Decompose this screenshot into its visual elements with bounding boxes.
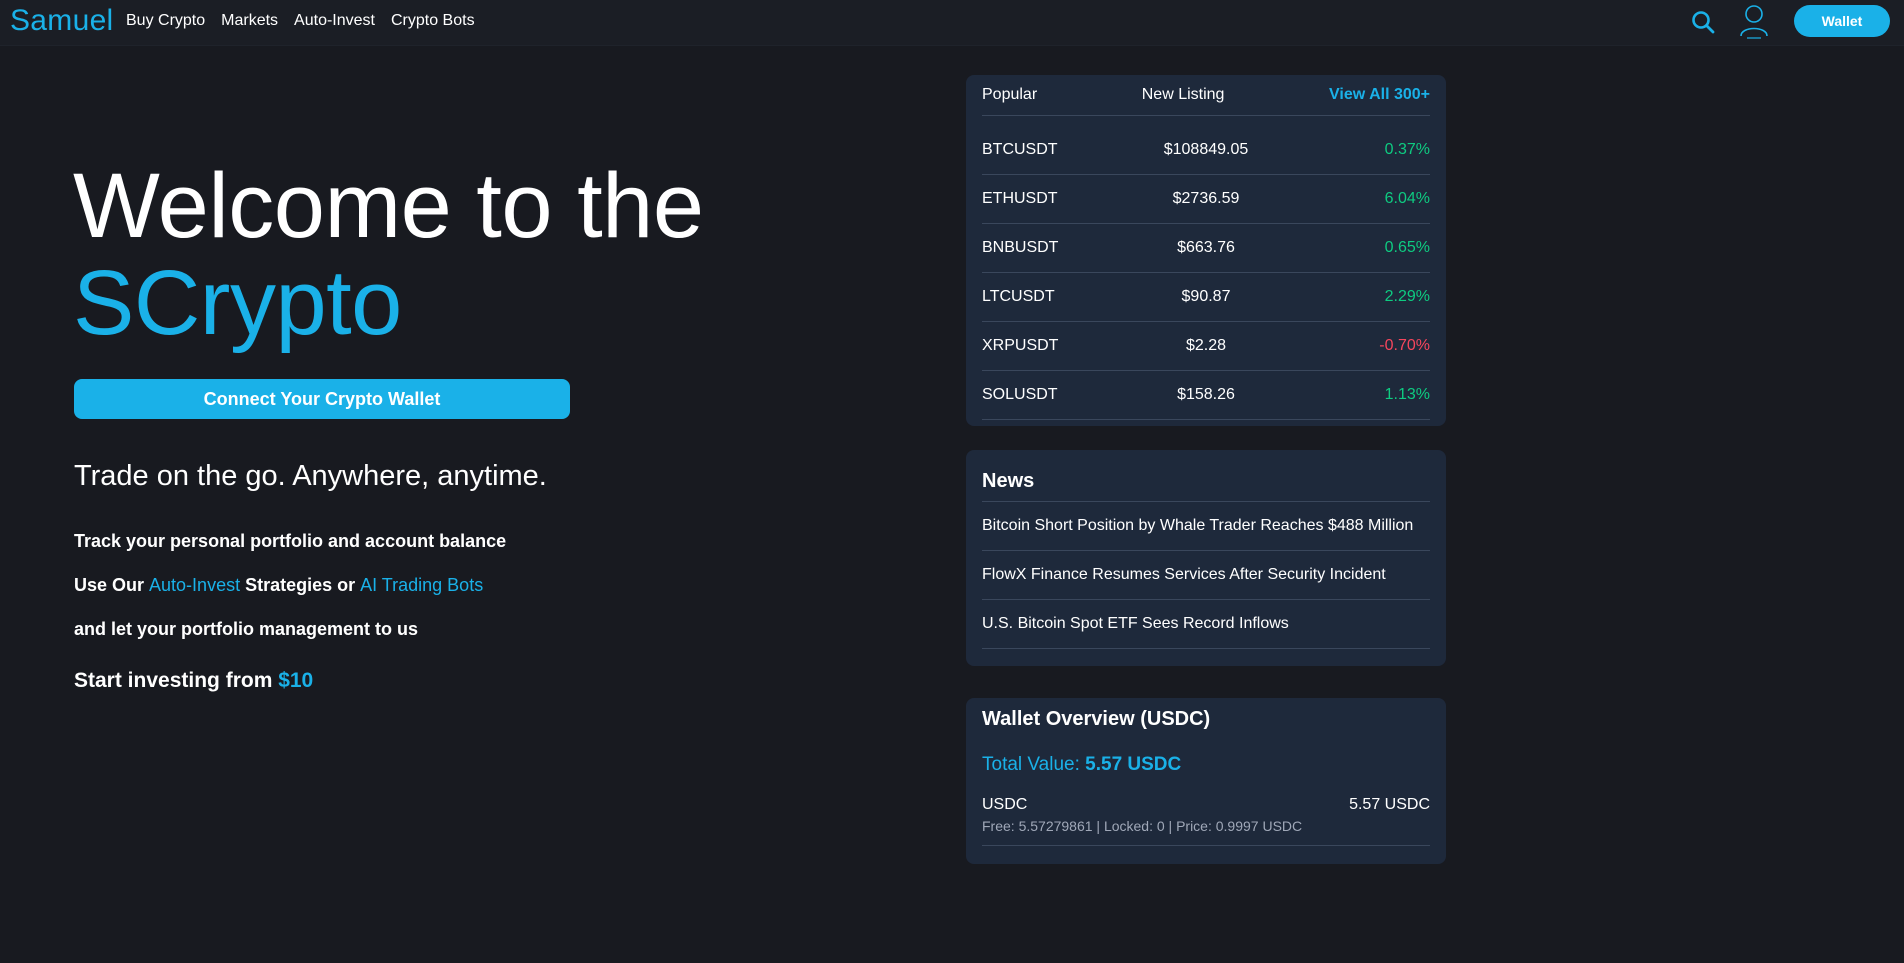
market-card: Popular New Listing View All 300+ BTCUSD… bbox=[966, 75, 1446, 426]
market-list: BTCUSDT $108849.05 0.37% ETHUSDT $2736.5… bbox=[982, 126, 1430, 420]
market-price: $108849.05 bbox=[1163, 141, 1249, 158]
market-row[interactable]: BNBUSDT $663.76 0.65% bbox=[982, 224, 1430, 273]
connect-wallet-button[interactable]: Connect Your Crypto Wallet bbox=[74, 379, 570, 419]
market-change: 2.29% bbox=[1384, 288, 1430, 305]
tab-popular[interactable]: Popular bbox=[982, 86, 1037, 104]
nav-link-buy-crypto[interactable]: Buy Crypto bbox=[126, 12, 205, 30]
market-symbol: SOLUSDT bbox=[982, 386, 1058, 403]
hero-title: Welcome to the SCrypto bbox=[73, 158, 704, 352]
start-investing: Start investing from $10 bbox=[74, 669, 313, 693]
asset-name: USDC bbox=[982, 796, 1028, 813]
feature-management: and let your portfolio management to us bbox=[74, 619, 419, 639]
market-change: 1.13% bbox=[1384, 386, 1430, 403]
news-card: News Bitcoin Short Position by Whale Tra… bbox=[966, 450, 1446, 666]
market-price: $2736.59 bbox=[1172, 190, 1240, 207]
market-change: -0.70% bbox=[1379, 337, 1430, 354]
wallet-button[interactable]: Wallet bbox=[1794, 5, 1890, 37]
nav-link-auto-invest[interactable]: Auto-Invest bbox=[294, 12, 375, 30]
hero-tagline: Trade on the go. Anywhere, anytime. bbox=[74, 460, 547, 492]
ai-trading-bots-link[interactable]: AI Trading Bots bbox=[360, 575, 483, 595]
market-change: 0.65% bbox=[1384, 239, 1430, 256]
market-symbol: LTCUSDT bbox=[982, 288, 1055, 305]
market-row[interactable]: LTCUSDT $90.87 2.29% bbox=[982, 273, 1430, 322]
feature-strategies: Use Our Auto-Invest Strategies or AI Tra… bbox=[74, 575, 483, 596]
news-item[interactable]: U.S. Bitcoin Spot ETF Sees Record Inflow… bbox=[982, 600, 1430, 649]
nav-link-crypto-bots[interactable]: Crypto Bots bbox=[391, 12, 475, 30]
asset-amount: 5.57 USDC bbox=[1349, 796, 1430, 813]
tab-new-listing[interactable]: New Listing bbox=[1142, 86, 1225, 104]
news-title: News bbox=[982, 470, 1035, 492]
brand-logo[interactable]: Samuel bbox=[10, 4, 114, 38]
wallet-total-label: Total Value: bbox=[982, 754, 1086, 775]
feature-strategies-mid: Strategies or bbox=[240, 575, 361, 595]
news-header: News bbox=[982, 450, 1430, 502]
news-item[interactable]: FlowX Finance Resumes Services After Sec… bbox=[982, 551, 1430, 600]
market-price: $663.76 bbox=[1177, 239, 1235, 256]
user-icon[interactable] bbox=[1739, 2, 1769, 40]
feature-strategies-prefix: Use Our bbox=[74, 575, 150, 595]
market-symbol: BNBUSDT bbox=[982, 239, 1059, 256]
start-investing-amount: $10 bbox=[278, 669, 314, 692]
wallet-overview-card: Wallet Overview (USDC) Total Value: 5.57… bbox=[966, 698, 1446, 864]
view-all-link[interactable]: View All 300+ bbox=[1329, 86, 1430, 104]
feature-portfolio: Track your personal portfolio and accoun… bbox=[74, 531, 507, 551]
market-change: 0.37% bbox=[1384, 141, 1430, 158]
hero-title-line1: Welcome to the bbox=[73, 155, 704, 257]
asset-details: Free: 5.57279861 | Locked: 0 | Price: 0.… bbox=[982, 818, 1303, 834]
market-price: $90.87 bbox=[1181, 288, 1231, 305]
market-symbol: XRPUSDT bbox=[982, 337, 1059, 354]
market-symbol: BTCUSDT bbox=[982, 141, 1058, 158]
start-investing-prefix: Start investing from bbox=[74, 669, 279, 692]
nav-links: Buy Crypto Markets Auto-Invest Crypto Bo… bbox=[126, 12, 491, 30]
market-change: 6.04% bbox=[1384, 190, 1430, 207]
market-row[interactable]: SOLUSDT $158.26 1.13% bbox=[982, 371, 1430, 420]
market-symbol: ETHUSDT bbox=[982, 190, 1058, 207]
auto-invest-link[interactable]: Auto-Invest bbox=[149, 575, 240, 595]
wallet-total-value: 5.57 USDC bbox=[1085, 754, 1182, 775]
market-row[interactable]: ETHUSDT $2736.59 6.04% bbox=[982, 175, 1430, 224]
market-price: $2.28 bbox=[1185, 337, 1227, 354]
wallet-overview-title: Wallet Overview (USDC) bbox=[982, 708, 1211, 730]
search-icon[interactable] bbox=[1690, 9, 1716, 35]
market-tabs: Popular New Listing View All 300+ bbox=[982, 75, 1430, 116]
news-item[interactable]: Bitcoin Short Position by Whale Trader R… bbox=[982, 502, 1430, 551]
nav-link-markets[interactable]: Markets bbox=[221, 12, 278, 30]
hero-title-brand: SCrypto bbox=[73, 252, 402, 354]
top-navbar: Samuel Buy Crypto Markets Auto-Invest Cr… bbox=[0, 0, 1904, 46]
market-price: $158.26 bbox=[1177, 386, 1235, 403]
market-row[interactable]: XRPUSDT $2.28 -0.70% bbox=[982, 322, 1430, 371]
wallet-total: Total Value: 5.57 USDC bbox=[982, 754, 1181, 776]
market-row[interactable]: BTCUSDT $108849.05 0.37% bbox=[982, 126, 1430, 175]
wallet-asset-row[interactable]: USDC 5.57 USDC Free: 5.57279861 | Locked… bbox=[982, 796, 1430, 846]
